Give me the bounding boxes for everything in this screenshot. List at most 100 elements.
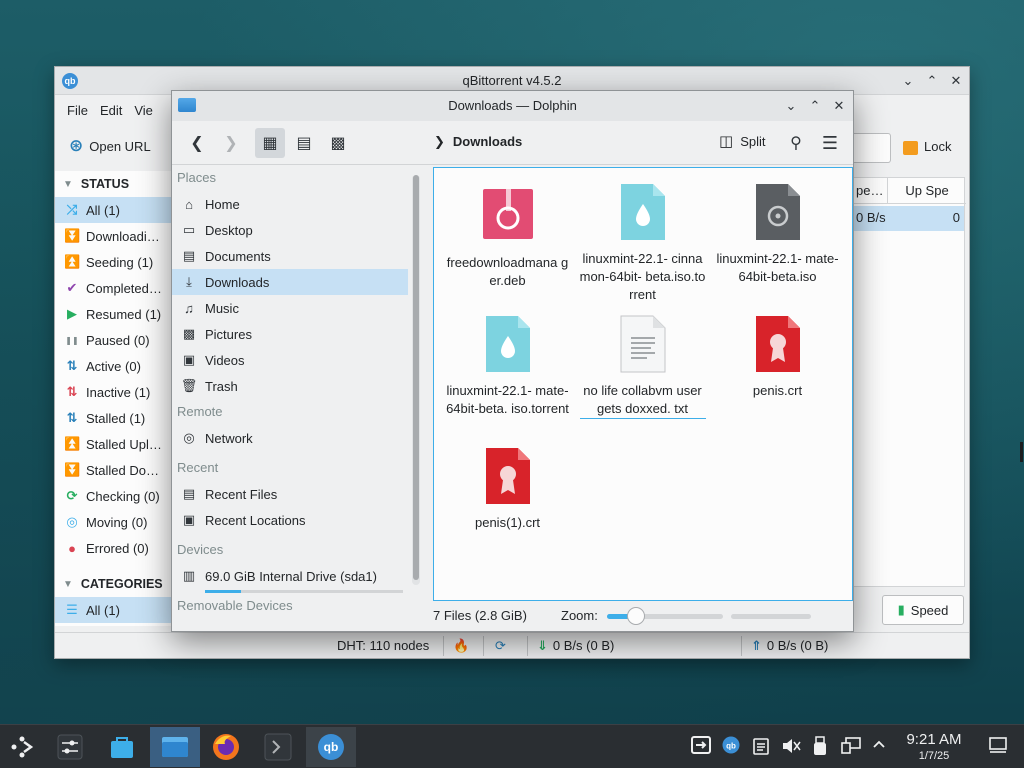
zoom-slider[interactable] [607,614,723,619]
places-item-downloads[interactable]: ⤓ Downloads [172,269,408,295]
system-settings-icon[interactable] [48,727,92,767]
file-name: linuxmint-22.1- mate-64bit-beta.iso [716,251,839,284]
dolphin-taskbar-icon[interactable] [150,727,200,767]
music-icon: ♫ [184,300,194,316]
places-item-recent-locations[interactable]: ▣ Recent Locations [172,507,417,533]
minimize-button[interactable]: ⌄ [781,96,801,116]
split-button[interactable]: ◫ Split [719,132,765,150]
details-view-button[interactable]: ▩ [323,128,353,158]
places-item-music[interactable]: ♫ Music [172,295,417,321]
qbittorrent-tray-icon[interactable]: qb [722,736,740,757]
minimize-button[interactable]: ⌄ [898,71,918,91]
crt-file-icon [751,314,805,374]
maximize-button[interactable]: ⌃ [805,96,825,116]
menu-edit[interactable]: Edit [94,103,128,118]
iso-file-icon [751,182,805,242]
list-icon: ☰ [66,602,78,617]
usb-device-icon[interactable] [813,736,827,759]
maximize-button[interactable]: ⌃ [922,71,942,91]
connection-status-icon[interactable]: ⟳ [495,637,506,655]
file-item[interactable]: linuxmint-22.1- mate-64bit-beta.iso [710,182,845,286]
app-launcher-icon[interactable] [0,727,44,767]
places-item-network[interactable]: ◎ Network [172,425,417,451]
search-button[interactable]: ⚲ [781,128,811,158]
close-button[interactable]: ✕ [829,96,849,116]
places-item-home[interactable]: ⌂ Home [172,191,417,217]
places-item-documents[interactable]: ▤ Documents [172,243,417,269]
refresh-icon: ⟳ [66,488,78,503]
window-title: Downloads — Dolphin [448,98,577,113]
window-title: qBittorrent v4.5.2 [462,73,562,88]
file-item[interactable]: penis.crt [710,314,845,400]
speed-button[interactable]: ▮ Speed [882,595,964,625]
dolphin-titlebar[interactable]: Downloads — Dolphin ⌄ ⌃ ✕ [172,91,853,121]
column-up-speed[interactable]: Up Spe [888,178,966,204]
show-hidden-icons-chevron[interactable] [872,736,886,755]
places-item-label: Network [205,430,253,446]
forward-button[interactable]: ❯ [216,128,246,158]
breadcrumb-current[interactable]: Downloads [453,134,522,150]
firefox-taskbar-icon[interactable] [204,727,248,767]
konsole-taskbar-icon[interactable] [256,727,300,767]
grid-view-icon: ▦ [262,135,278,152]
double-chevron-up-icon: ⏫ [64,436,81,451]
download-speed-status[interactable]: ⇓ 0 B/s (0 B) [537,637,614,655]
status-filter-label: Errored (0) [86,540,149,556]
notes-tray-icon[interactable] [753,737,769,758]
column-down-speed[interactable]: pe… [852,178,888,204]
volume-muted-icon[interactable] [781,737,801,758]
details-view-icon: ▩ [330,135,346,152]
digital-clock[interactable]: 9:21 AM 1/7/25 [901,731,967,763]
places-item-pictures[interactable]: ▩ Pictures [172,321,417,347]
icons-view-button[interactable]: ▦ [255,128,285,158]
file-item[interactable]: freedownloadmana ger.deb [440,186,575,290]
status-filter-label: Stalled Do… [86,462,159,478]
dolphin-statusbar: 7 Files (2.8 GiB) Zoom: [433,601,853,631]
show-desktop-button[interactable] [989,737,1007,756]
recent-locations-icon: ▣ [182,512,196,527]
status-filter-label: All (1) [86,202,120,218]
double-chevron-down-icon: ⏬ [64,462,81,477]
file-item[interactable]: linuxmint-22.1- cinnamon-64bit- beta.iso… [575,182,710,304]
table-row[interactable]: 0 B/s 0 [852,206,964,231]
lock-button[interactable]: Lock [903,131,951,161]
status-filter-label: Resumed (1) [86,306,162,322]
file-item[interactable]: linuxmint-22.1- mate-64bit-beta. iso.tor… [440,314,575,418]
places-item-desktop[interactable]: ▭ Desktop [172,217,417,243]
discover-store-icon[interactable] [100,727,144,767]
close-button[interactable]: ✕ [946,71,966,91]
recent-files-icon: ▤ [182,486,196,501]
dolphin-window[interactable]: Downloads — Dolphin ⌄ ⌃ ✕ ❮ ❯ ▦ ▤ ▩ ❯ Do… [171,90,854,632]
crt-file-icon [481,446,535,506]
deb-file-icon [481,186,535,246]
places-panel: Places ⌂ Home ▭ Desktop ▤ Documents ⤓ Downloads… [172,165,417,613]
compact-view-button[interactable]: ▤ [289,128,319,158]
open-url-button[interactable]: ⊛ Open URL [69,131,151,161]
qbittorrent-taskbar-icon[interactable]: qb [306,727,356,767]
places-item-recent-files[interactable]: ▤ Recent Files [172,481,417,507]
status-filter-label: Stalled Upl… [86,436,162,452]
file-item[interactable]: no life collabvm user gets doxxed. txt [575,314,710,419]
torrent-table[interactable]: pe… Up Spe 0 B/s 0 [851,177,966,587]
network-wired-icon[interactable] [841,737,861,758]
file-view[interactable]: freedownloadmana ger.deb linuxmint-22.1- … [433,167,853,601]
breadcrumb[interactable]: ❯ Downloads [434,134,522,150]
upload-speed-status[interactable]: ⇑ 0 B/s (0 B) [751,637,828,655]
menu-file[interactable]: File [61,103,94,118]
places-item-videos[interactable]: ▣ Videos [172,347,417,373]
play-icon: ▶ [67,306,77,321]
zoom-slider-handle[interactable] [627,607,645,625]
hamburger-menu-button[interactable]: ☰ [815,128,845,158]
places-item-69-0-gib-internal-drive-sda1[interactable]: ▥ 69.0 GiB Internal Drive (sda1) [172,563,417,589]
file-item[interactable]: penis(1).crt [440,446,575,532]
folder-summary: 7 Files (2.8 GiB) [433,608,527,623]
firewall-icon[interactable]: 🔥 [453,637,469,655]
back-button[interactable]: ❮ [182,128,212,158]
menu-view[interactable]: Vie [128,103,159,118]
error-icon: ● [68,540,76,556]
clipboard-tray-icon[interactable] [690,734,712,759]
places-item-trash[interactable]: 🗑 Trash [172,373,417,399]
places-scrollbar[interactable] [412,175,420,585]
places-item-label: Pictures [205,326,252,342]
collapse-chevron-icon: ▼ [63,578,73,590]
